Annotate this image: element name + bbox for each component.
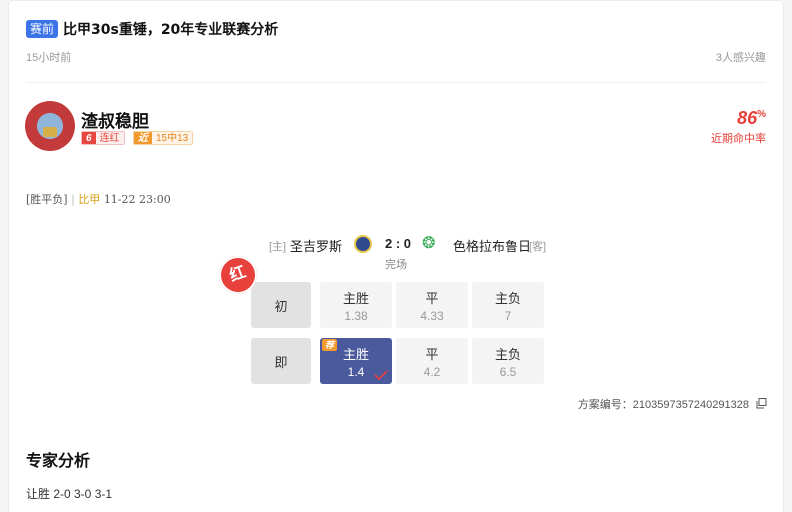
play-separator: | (71, 193, 75, 206)
match-datetime: 11-22 23:00 (103, 193, 171, 206)
odds-row-initial: 初 主胜 1.38 平 4.33 主负 7 (251, 282, 544, 328)
odds-name: 平 (425, 347, 439, 362)
interest-count: 3人感兴趣 (715, 52, 766, 64)
post-card[interactable]: 赛前 比甲30s重锤，20年专业联赛分析 15小时前 3人感兴趣 渣叔稳胆 6 … (8, 0, 784, 512)
odds-name: 主胜 (342, 291, 369, 306)
home-team-logo-icon (354, 235, 372, 253)
odds-value: 7 (504, 309, 512, 323)
odds-value: 4.2 (423, 365, 441, 379)
check-icon (374, 370, 388, 380)
status-tag: 赛前 (26, 20, 59, 38)
odds-value: 4.33 (420, 309, 444, 323)
odds-row-label: 初 (251, 282, 311, 328)
odds-cell-draw: 平 4.2 (396, 338, 468, 384)
away-team: 色格拉布鲁日 (453, 239, 532, 254)
match-status: 完场 (385, 259, 407, 271)
recent-prefix: 近 (134, 132, 152, 144)
home-team: 圣吉罗斯 (290, 239, 343, 254)
analysis-body: 让胜 2-0 3-0 3-1 (26, 487, 113, 501)
odds-row-label: 即 (251, 338, 311, 384)
odds-name: 主负 (494, 347, 521, 362)
odds-cell-home-loss: 主负 7 (472, 282, 544, 328)
odds-cell-draw: 平 4.33 (396, 282, 468, 328)
odds-row-current: 即 荐 主胜 1.4 平 4.2 主负 6.5 (251, 338, 544, 384)
recent-label: 15中13 (152, 132, 193, 144)
odds-name: 主负 (494, 291, 521, 306)
odds-cell-home-win-selected: 荐 主胜 1.4 (320, 338, 392, 384)
odds-value: 1.38 (344, 309, 368, 323)
copy-icon[interactable] (756, 398, 767, 409)
divider (26, 82, 766, 83)
home-tag: [主] (269, 241, 287, 253)
avatar[interactable] (25, 101, 75, 151)
play-type: [胜平负] (26, 193, 68, 206)
hit-rate-value: 86 (737, 108, 758, 128)
odds-value: 6.5 (499, 365, 517, 379)
away-team-logo-icon: ❂ (422, 235, 436, 252)
streak-badge: 6 连红 (81, 131, 125, 145)
odds-cell-home-loss: 主负 6.5 (472, 338, 544, 384)
league-name: 比甲 (78, 193, 101, 206)
odds-name: 平 (425, 291, 439, 306)
hit-rate-unit: % (757, 109, 766, 120)
hit-rate-label: 近期命中率 (711, 133, 766, 145)
plan-id: 方案编号：2103597357240291328 (577, 399, 749, 411)
away-tag: [客] (529, 241, 547, 253)
streak-number: 6 (82, 132, 96, 144)
recent-badge: 近 15中13 (133, 131, 194, 145)
odds-cell-home-win: 主胜 1.38 (320, 282, 392, 328)
match-score: 2 : 0 (385, 236, 412, 251)
post-time: 15小时前 (26, 52, 72, 64)
analysis-title: 专家分析 (26, 451, 91, 470)
recommend-tag: 荐 (322, 339, 338, 351)
hit-rate: 86% (737, 108, 766, 129)
author-name[interactable]: 渣叔稳胆 (81, 107, 149, 132)
post-title[interactable]: 比甲30s重锤，20年专业联赛分析 (63, 19, 278, 39)
match-row: [主] 圣吉罗斯 2 : 0 ❂ 色格拉布鲁日 [客] (9, 235, 783, 255)
avatar-emblem-base (43, 127, 57, 137)
play-info: [胜平负] | 比甲 11-22 23:00 (26, 191, 171, 207)
streak-label: 连红 (95, 132, 124, 144)
